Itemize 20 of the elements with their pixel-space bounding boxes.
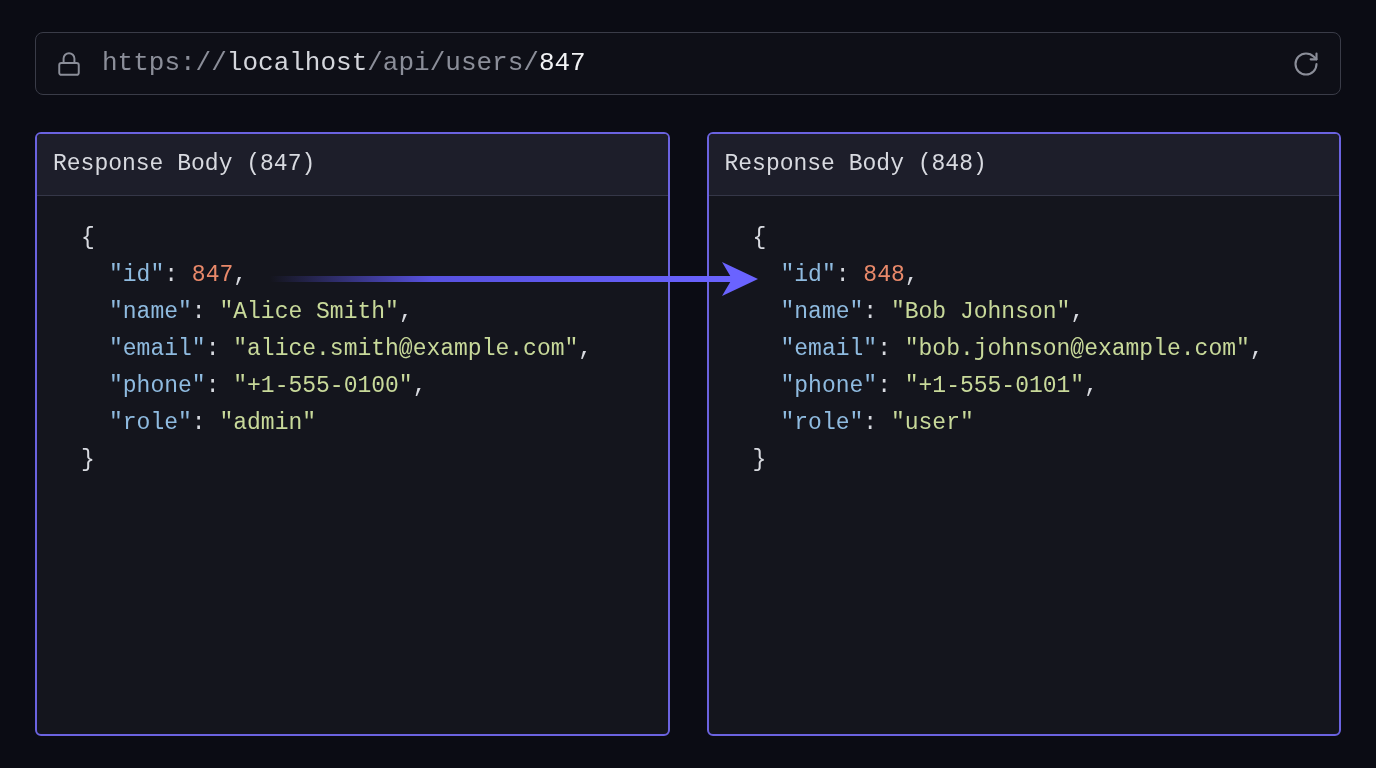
code-line: "id": 847, — [109, 262, 248, 288]
code-line: } — [81, 447, 95, 473]
code-line: { — [81, 225, 95, 251]
code-line: "phone": "+1-555-0101", — [780, 373, 1098, 399]
code-line: "role": "user" — [780, 410, 974, 436]
code-line: "name": "Alice Smith", — [109, 299, 413, 325]
code-line: "email": "alice.smith@example.com", — [109, 336, 593, 362]
code-line: } — [752, 447, 767, 473]
code-line: "name": "Bob Johnson", — [780, 299, 1085, 325]
code-line: "id": 848, — [780, 262, 919, 288]
code-line: "phone": "+1-555-0100", — [109, 373, 427, 399]
code-line: "role": "admin" — [109, 410, 317, 436]
url-text: https://localhost/api/users/847 — [102, 47, 587, 80]
address-bar[interactable]: https://localhost/api/users/847 — [35, 32, 1341, 95]
reload-icon[interactable] — [1292, 49, 1320, 78]
code-line: { — [752, 225, 767, 251]
panel-title: Response Body (847) — [53, 150, 316, 180]
lock-icon — [56, 50, 82, 77]
code-line: "email": "bob.johnson@example.com", — [780, 336, 1264, 362]
panel-title: Response Body (848) — [724, 150, 987, 180]
